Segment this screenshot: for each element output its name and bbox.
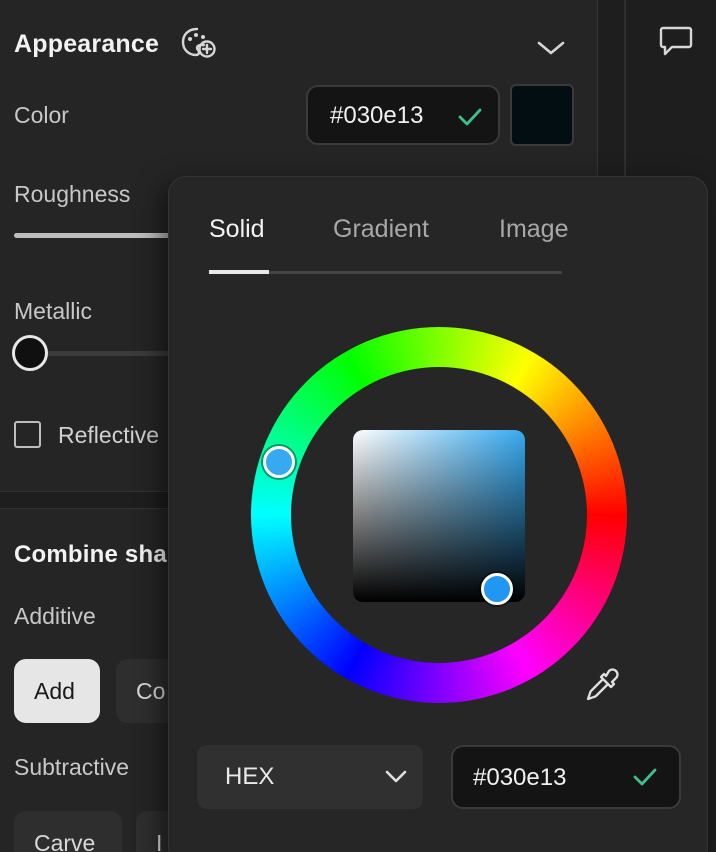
carve-button[interactable]: Carve — [14, 811, 122, 852]
tab-active-indicator — [209, 270, 269, 274]
additive-label: Additive — [14, 603, 96, 629]
color-picker-popover: Solid Gradient Image HEX #030e13 — [168, 176, 708, 852]
app-canvas: Appearance Color #030e13 Roughness Metal… — [0, 0, 716, 852]
color-swatch[interactable] — [510, 84, 574, 146]
color-hex-value: #030e13 — [330, 102, 424, 129]
chevron-down-icon[interactable] — [536, 38, 566, 58]
tab-solid[interactable]: Solid — [209, 215, 265, 244]
check-icon — [458, 108, 482, 126]
combine-title: Combine sha — [14, 541, 167, 568]
comment-icon[interactable] — [658, 24, 694, 58]
reflective-label: Reflective — [58, 422, 159, 448]
roughness-label: Roughness — [14, 181, 131, 207]
chevron-down-icon — [385, 770, 407, 783]
color-mode-value: HEX — [225, 763, 275, 790]
palette-add-icon[interactable] — [180, 26, 218, 60]
metallic-slider-thumb[interactable] — [12, 335, 48, 371]
saturation-value-handle[interactable] — [481, 573, 513, 605]
hue-handle[interactable] — [263, 446, 295, 478]
color-hex-field[interactable]: #030e13 — [306, 85, 500, 145]
color-label: Color — [14, 102, 69, 128]
tab-image[interactable]: Image — [499, 215, 568, 244]
hex-input-value: #030e13 — [473, 764, 567, 791]
eyedropper-icon[interactable] — [583, 665, 623, 705]
reflective-checkbox[interactable] — [14, 421, 41, 448]
color-mode-select[interactable]: HEX — [197, 745, 423, 809]
appearance-title: Appearance — [14, 30, 160, 58]
check-icon[interactable] — [633, 767, 657, 787]
tab-gradient[interactable]: Gradient — [333, 215, 429, 244]
hex-input[interactable]: #030e13 — [451, 745, 681, 809]
add-button[interactable]: Add — [14, 659, 100, 723]
subtractive-label: Subtractive — [14, 754, 130, 780]
metallic-label: Metallic — [14, 298, 92, 324]
